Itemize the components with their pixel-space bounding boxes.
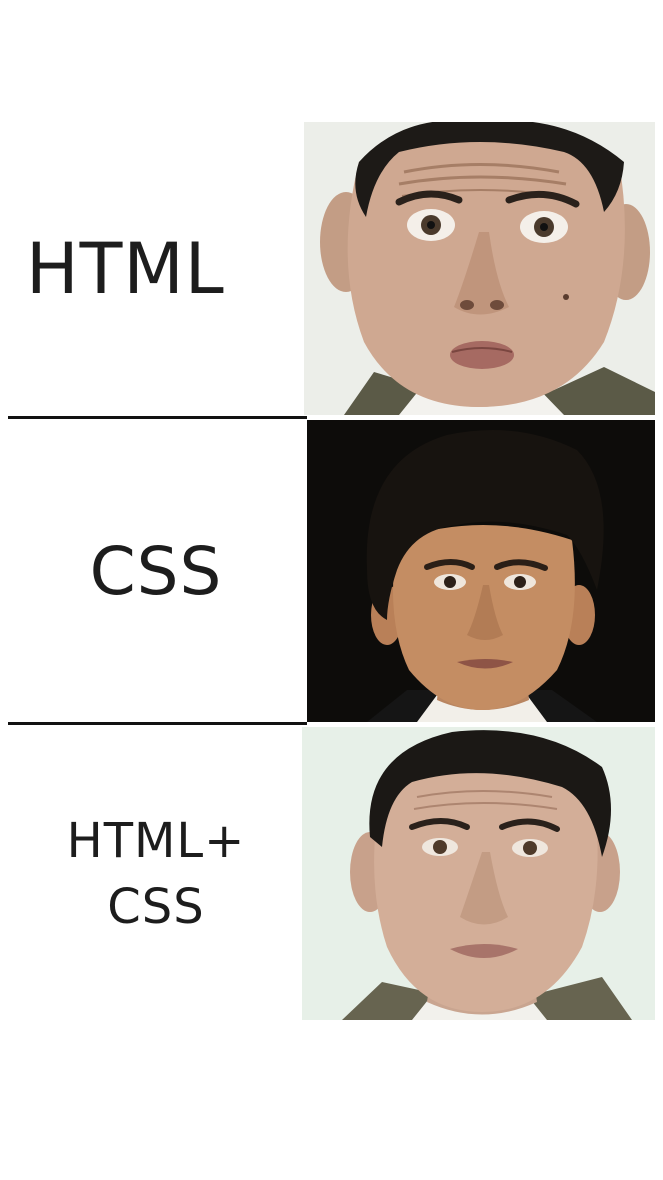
- label-line-2: CSS: [107, 878, 205, 935]
- photo-merged-face: [302, 727, 655, 1020]
- panel-html: HTML: [8, 122, 655, 415]
- meme-image: HTML CSS HTML+ CSS: [0, 0, 663, 1180]
- panel-css: CSS: [8, 420, 655, 722]
- label-line-1: HTML+: [66, 812, 246, 869]
- photo-handsome-face: [307, 420, 655, 722]
- panel-label-html-css: HTML+ CSS: [8, 727, 304, 1020]
- panel-label-css: CSS: [89, 532, 223, 610]
- divider-line: [8, 722, 307, 725]
- panel-html-css: HTML+ CSS: [8, 727, 655, 1020]
- photo-surprised-face: [304, 122, 655, 415]
- divider-line: [8, 416, 307, 419]
- panel-label-html: HTML: [26, 227, 225, 310]
